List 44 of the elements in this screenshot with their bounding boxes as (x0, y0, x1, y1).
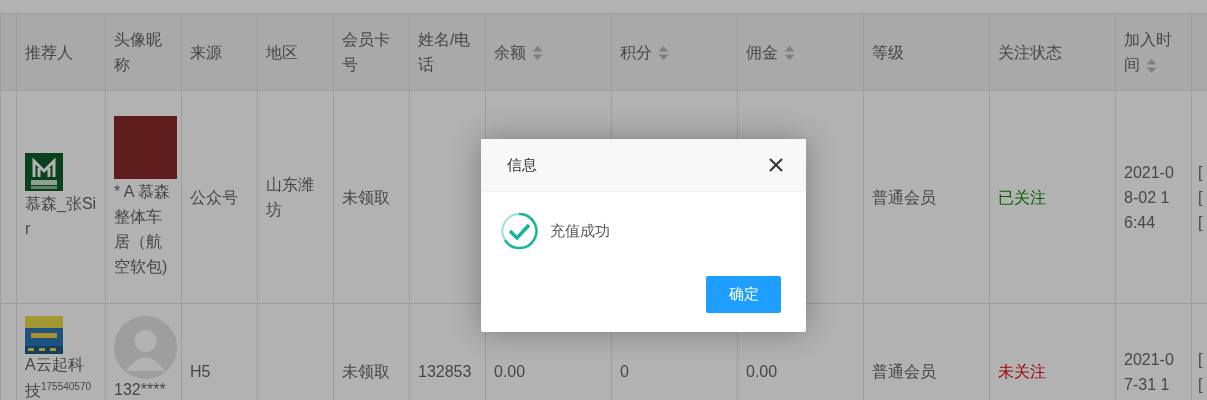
dialog-message: 充值成功 (550, 221, 610, 241)
table-cell: 公众号 (190, 188, 238, 206)
table-cell: 132853 (418, 363, 472, 380)
table-cell: 山东潍坊 (266, 176, 314, 218)
table-cell: 普通会员 (872, 363, 936, 380)
sort-icon[interactable] (1146, 57, 1157, 74)
logo-icon (25, 153, 63, 191)
action-link[interactable]: [ (1198, 346, 1206, 372)
close-icon[interactable] (769, 158, 783, 172)
referrer-name: A云起科技$^{175540570}$ (25, 355, 93, 400)
column-header: 推荐人 (25, 42, 74, 63)
column-header: 会员卡号 (342, 30, 391, 75)
action-link[interactable]: [ (1198, 209, 1206, 235)
logo-icon (25, 316, 63, 354)
table-cell: 2021-07-31 1 (1124, 350, 1174, 393)
sort-icon[interactable] (658, 45, 669, 62)
table-cell: 0.00 (746, 363, 778, 380)
table-cell: 未领取 (342, 188, 390, 206)
action-link[interactable]: [ (1198, 184, 1206, 210)
dialog-title: 信息 (507, 155, 537, 175)
referrer-name: 慕森_张Sir (25, 194, 97, 239)
action-link[interactable]: [ (1198, 159, 1206, 185)
column-header: 关注状态 (998, 42, 1063, 63)
action-link[interactable]: [ (1198, 371, 1206, 397)
confirm-button[interactable]: 确定 (706, 276, 781, 313)
follow-status: 已关注 (998, 188, 1046, 206)
table-cell: 未领取 (342, 363, 390, 380)
table-cell: 0 (620, 363, 629, 380)
photo-placeholder (114, 115, 177, 179)
column-header: 姓名/电话 (418, 30, 472, 75)
nickname: * A 慕森整体车居（航空软包) (114, 181, 172, 277)
follow-status: 未关注 (998, 363, 1046, 380)
column-header: 等级 (872, 42, 905, 63)
nickname: 132**** (114, 380, 167, 400)
column-header: 头像昵称 (114, 30, 163, 75)
table-cell: H5 (190, 363, 211, 380)
table-cell: 0.00 (494, 363, 526, 380)
table-cell: 2021-08-02 16:44 (1124, 163, 1174, 231)
table-cell: 普通会员 (872, 188, 936, 206)
sort-icon[interactable] (784, 45, 795, 62)
column-header: 地区 (266, 42, 299, 63)
sort-icon[interactable] (532, 45, 543, 62)
success-check-icon (500, 212, 538, 250)
column-header: 来源 (190, 42, 223, 63)
